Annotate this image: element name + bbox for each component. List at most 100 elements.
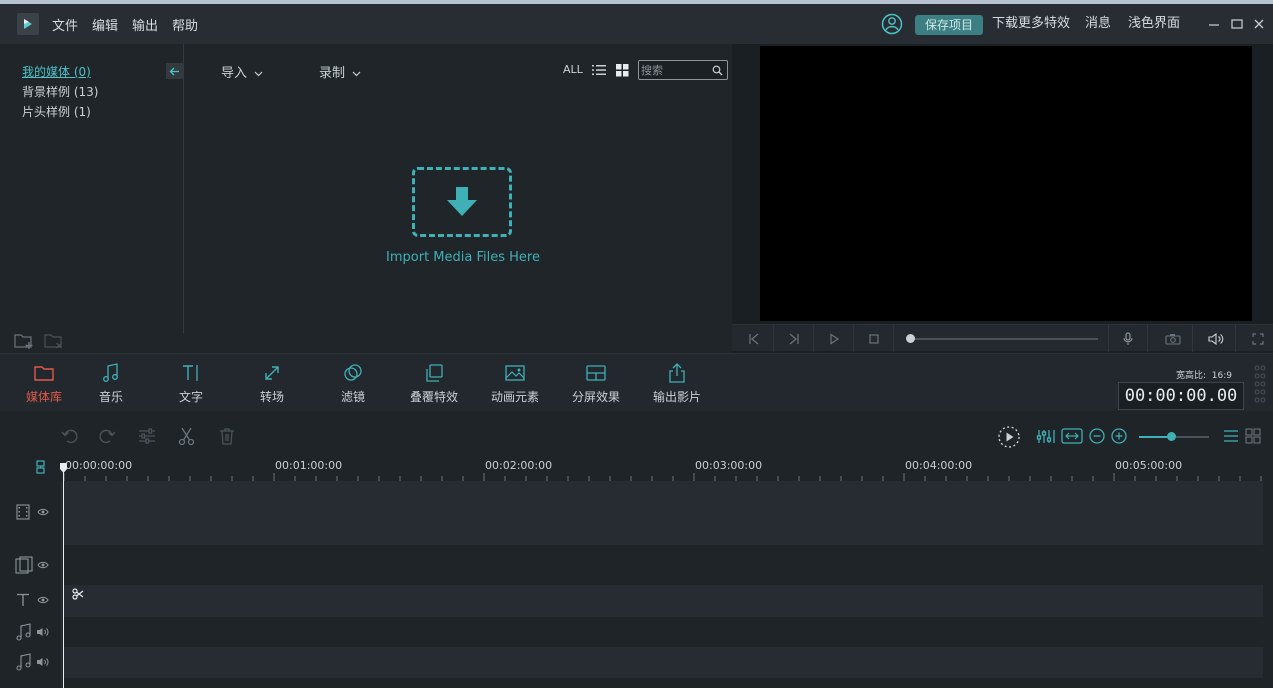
fullscreen-icon[interactable] bbox=[1238, 325, 1273, 352]
playhead-line[interactable] bbox=[63, 466, 64, 688]
track-header-extra bbox=[0, 678, 62, 688]
maximize-icon[interactable] bbox=[1229, 16, 1245, 32]
tool-filter[interactable]: 滤镜 bbox=[318, 362, 388, 405]
tool-music[interactable]: 音乐 bbox=[76, 362, 146, 405]
menu-edit[interactable]: 编辑 bbox=[92, 15, 118, 34]
tool-text[interactable]: 文字 bbox=[156, 362, 226, 405]
close-icon[interactable] bbox=[1251, 16, 1267, 32]
split-scissors-icon[interactable] bbox=[72, 588, 84, 600]
trash-icon[interactable] bbox=[217, 426, 237, 446]
app-logo-icon bbox=[17, 13, 39, 35]
menu-export[interactable]: 输出 bbox=[132, 15, 158, 34]
zoom-slider-track[interactable] bbox=[1139, 432, 1209, 441]
speaker-icon[interactable] bbox=[36, 627, 49, 637]
import-media-drop-zone[interactable] bbox=[412, 167, 512, 237]
view-all-filter[interactable]: ALL bbox=[563, 63, 583, 76]
tool-label: 转场 bbox=[259, 390, 284, 404]
tool-media-library[interactable]: 媒体库 bbox=[9, 362, 79, 405]
volume-icon[interactable] bbox=[1196, 325, 1236, 352]
title-bar: 文件 编辑 输出 帮助 保存项目 下载更多特效 消息 浅色界面 bbox=[0, 4, 1273, 44]
playback-progress-track[interactable] bbox=[908, 338, 1098, 340]
menu-help[interactable]: 帮助 bbox=[172, 15, 198, 34]
preview-video-area[interactable] bbox=[760, 46, 1252, 321]
snapshot-camera-icon[interactable] bbox=[1153, 325, 1193, 352]
import-dropdown[interactable]: 导入 bbox=[221, 62, 263, 81]
audio-track-2[interactable] bbox=[63, 647, 1263, 678]
record-dropdown[interactable]: 录制 bbox=[319, 62, 361, 81]
video-track-1[interactable] bbox=[63, 481, 1263, 545]
tool-export-video[interactable]: 输出影片 bbox=[642, 362, 712, 405]
library-item-backgrounds[interactable]: 背景样例 (13) bbox=[22, 83, 98, 100]
library-category-list: 我的媒体 (0) 背景样例 (13) 片头样例 (1) bbox=[0, 44, 184, 333]
playback-progress-handle[interactable] bbox=[906, 334, 915, 343]
user-account-icon[interactable] bbox=[881, 13, 903, 35]
light-ui-link[interactable]: 浅色界面 bbox=[1128, 4, 1180, 44]
track-grid-icon[interactable] bbox=[1244, 426, 1264, 446]
adjust-settings-icon[interactable] bbox=[137, 426, 157, 446]
scissors-icon[interactable] bbox=[177, 426, 197, 446]
zoom-in-icon[interactable] bbox=[1110, 426, 1130, 446]
record-dropdown-label: 录制 bbox=[319, 66, 346, 81]
import-media-hint[interactable]: Import Media Files Here bbox=[340, 250, 586, 265]
undo-icon[interactable] bbox=[60, 426, 80, 446]
ruler-label: 00:03:00:00 bbox=[695, 459, 763, 472]
folder-icon bbox=[34, 366, 54, 381]
ruler-label: 00:05:00:00 bbox=[1115, 459, 1183, 472]
preview-panel bbox=[732, 44, 1273, 353]
aspect-ratio-value: 16:9 bbox=[1211, 371, 1232, 381]
add-folder-icon[interactable] bbox=[13, 332, 35, 350]
tool-split-screen[interactable]: 分屏效果 bbox=[561, 362, 631, 405]
menu-file[interactable]: 文件 bbox=[52, 15, 78, 34]
delete-folder-icon[interactable] bbox=[43, 332, 65, 350]
zoom-slider-handle[interactable] bbox=[1166, 432, 1176, 441]
aspect-ratio-indicator[interactable]: 宽高比: 16:9 bbox=[1176, 368, 1232, 381]
ruler-label: 00:00:00:00 bbox=[65, 459, 133, 472]
microphone-icon[interactable] bbox=[1108, 325, 1148, 352]
text-track[interactable] bbox=[63, 585, 1263, 617]
messages-link[interactable]: 消息 bbox=[1085, 4, 1111, 44]
render-preview-icon[interactable] bbox=[997, 425, 1021, 449]
aspect-ratio-label: 宽高比: bbox=[1176, 371, 1207, 381]
eye-icon[interactable] bbox=[37, 561, 49, 569]
download-arrow-icon bbox=[447, 187, 477, 216]
grid-view-icon[interactable] bbox=[616, 64, 629, 77]
eye-icon[interactable] bbox=[37, 508, 49, 516]
download-effects-link[interactable]: 下载更多特效 bbox=[992, 4, 1070, 44]
export-icon bbox=[669, 363, 685, 383]
play-icon[interactable] bbox=[814, 325, 854, 352]
eye-icon[interactable] bbox=[37, 596, 49, 604]
save-project-button[interactable]: 保存项目 bbox=[915, 15, 983, 35]
search-box[interactable] bbox=[638, 60, 728, 80]
stop-icon[interactable] bbox=[854, 325, 894, 352]
panel-resize-grip-icon[interactable] bbox=[1253, 364, 1267, 404]
audio-track-1[interactable] bbox=[63, 617, 1263, 647]
redo-icon[interactable] bbox=[97, 426, 117, 446]
tool-overlay[interactable]: 叠覆特效 bbox=[399, 362, 469, 405]
overlay-icon bbox=[426, 364, 443, 382]
snap-toggle-icon[interactable] bbox=[33, 459, 49, 475]
search-input[interactable] bbox=[641, 62, 709, 78]
text-icon bbox=[183, 365, 198, 381]
speaker-icon[interactable] bbox=[36, 657, 49, 667]
tool-label: 音乐 bbox=[98, 390, 123, 404]
ruler-ticks bbox=[63, 473, 1262, 481]
library-item-my-media[interactable]: 我的媒体 (0) bbox=[22, 63, 91, 80]
tool-label: 文字 bbox=[178, 390, 203, 404]
skip-forward-icon[interactable] bbox=[774, 325, 814, 352]
tool-animated-elements[interactable]: 动画元素 bbox=[480, 362, 550, 405]
zoom-out-icon[interactable] bbox=[1088, 426, 1108, 446]
collapse-panel-button[interactable] bbox=[166, 63, 183, 79]
list-view-icon[interactable] bbox=[592, 64, 606, 76]
fit-timeline-icon[interactable] bbox=[1061, 426, 1083, 446]
track-list-icon[interactable] bbox=[1222, 426, 1242, 446]
audio-mixer-icon[interactable] bbox=[1036, 426, 1056, 446]
tool-label: 分屏效果 bbox=[571, 390, 620, 404]
tool-transition[interactable]: 转场 bbox=[237, 362, 307, 405]
skip-back-icon[interactable] bbox=[734, 325, 774, 352]
minimize-icon[interactable] bbox=[1206, 16, 1222, 32]
search-icon[interactable] bbox=[712, 65, 723, 76]
library-item-intros[interactable]: 片头样例 (1) bbox=[22, 103, 91, 120]
timeline-ruler[interactable]: 00:00:00:00 00:01:00:00 00:02:00:00 00:0… bbox=[0, 459, 1273, 481]
image-icon bbox=[505, 365, 525, 381]
pip-track[interactable] bbox=[63, 545, 1263, 585]
